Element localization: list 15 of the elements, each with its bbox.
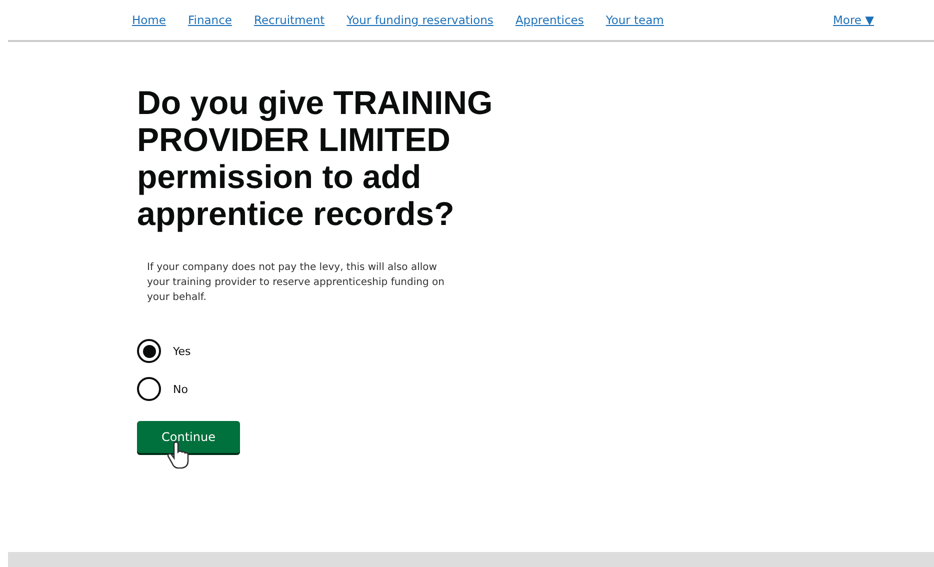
nav-link[interactable]: Finance xyxy=(188,13,232,27)
radio-label: Yes xyxy=(173,344,191,358)
nav-link[interactable]: Apprentices xyxy=(515,13,584,27)
more-menu-link[interactable]: More ▼ xyxy=(832,13,874,27)
radio-button[interactable] xyxy=(137,377,161,401)
nav-link[interactable]: Your team xyxy=(606,13,664,27)
radio-label: No xyxy=(173,382,188,396)
page-heading: Do you give TRAINING PROVIDER LIMITED permission to add apprentice records? xyxy=(137,84,494,232)
nav-link[interactable]: Home xyxy=(132,13,166,27)
radio-button[interactable] xyxy=(137,339,161,363)
continue-button[interactable]: Continue xyxy=(137,421,240,453)
nav-link[interactable]: Recruitment xyxy=(254,13,325,27)
hand-cursor-icon xyxy=(167,441,189,469)
hint-text: If your company does not pay the levy, this will also allow your training provider to reserve apprenticeship funding on your behalf. xyxy=(147,261,446,305)
nav-link[interactable]: Your funding reservations xyxy=(346,13,494,27)
